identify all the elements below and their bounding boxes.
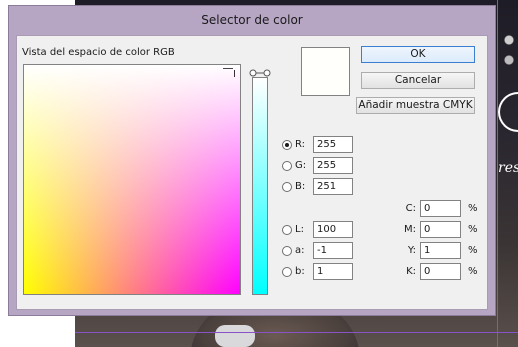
- a-input[interactable]: [313, 242, 353, 259]
- color-field[interactable]: [23, 64, 241, 295]
- lab-row-b: b:: [282, 263, 353, 280]
- y-unit: %: [468, 245, 478, 256]
- label-y: Y:: [407, 245, 416, 256]
- ok-button[interactable]: OK: [361, 46, 475, 63]
- rgb-row-r: R:: [282, 136, 353, 153]
- radio-l[interactable]: [282, 224, 292, 235]
- m-unit: %: [468, 224, 478, 235]
- radio-r[interactable]: [282, 139, 292, 150]
- label-l: L:: [295, 224, 304, 235]
- background-text: res: [498, 160, 518, 176]
- radio-a[interactable]: [282, 245, 292, 256]
- radio-g[interactable]: [282, 160, 292, 171]
- m-input[interactable]: [420, 221, 461, 238]
- label-a: a:: [295, 245, 305, 256]
- label-m: M:: [404, 224, 416, 235]
- k-input[interactable]: [420, 263, 461, 280]
- c-unit: %: [468, 203, 478, 214]
- guide-line-vertical: [497, 0, 498, 347]
- label-r: R:: [295, 139, 306, 150]
- cmyk-row-m: M: %: [402, 221, 478, 238]
- label-k: K:: [406, 266, 416, 277]
- radio-b[interactable]: [282, 181, 292, 192]
- rgb-row-g: G:: [282, 157, 353, 174]
- background-decoration: [500, 30, 518, 80]
- label-g: G:: [295, 160, 307, 171]
- cmyk-row-k: K: %: [402, 263, 478, 280]
- cmyk-row-y: Y: %: [402, 242, 478, 259]
- add-swatch-button[interactable]: Añadir muestra CMYK: [356, 97, 475, 114]
- label-b: B:: [295, 181, 306, 192]
- background-mask: [215, 325, 255, 347]
- cancel-button[interactable]: Cancelar: [361, 72, 475, 89]
- color-field-shade: [24, 65, 240, 294]
- guide-line-horizontal: [75, 332, 518, 333]
- rgb-row-b: B:: [282, 178, 353, 195]
- dialog-title[interactable]: Selector de color: [9, 6, 495, 35]
- k-unit: %: [468, 266, 478, 277]
- y-input[interactable]: [420, 242, 461, 259]
- cmyk-row-c: C: %: [402, 200, 478, 217]
- color-space-label: Vista del espacio de color RGB: [22, 47, 175, 58]
- label-lab-b: b:: [295, 266, 305, 277]
- label-c: C:: [405, 203, 416, 214]
- color-preview-swatch: [301, 47, 350, 96]
- b-input[interactable]: [313, 178, 353, 195]
- slider-handle-icon[interactable]: [249, 68, 271, 78]
- r-input[interactable]: [313, 136, 353, 153]
- g-input[interactable]: [313, 157, 353, 174]
- lab-row-l: L:: [282, 221, 353, 238]
- lab-b-input[interactable]: [313, 263, 353, 280]
- color-field-marker: [223, 68, 233, 69]
- l-input[interactable]: [313, 221, 353, 238]
- c-input[interactable]: [420, 200, 461, 217]
- color-slider[interactable]: [252, 77, 268, 295]
- lab-row-a: a:: [282, 242, 353, 259]
- color-field-cursor: [234, 70, 235, 77]
- radio-lab-b[interactable]: [282, 266, 292, 277]
